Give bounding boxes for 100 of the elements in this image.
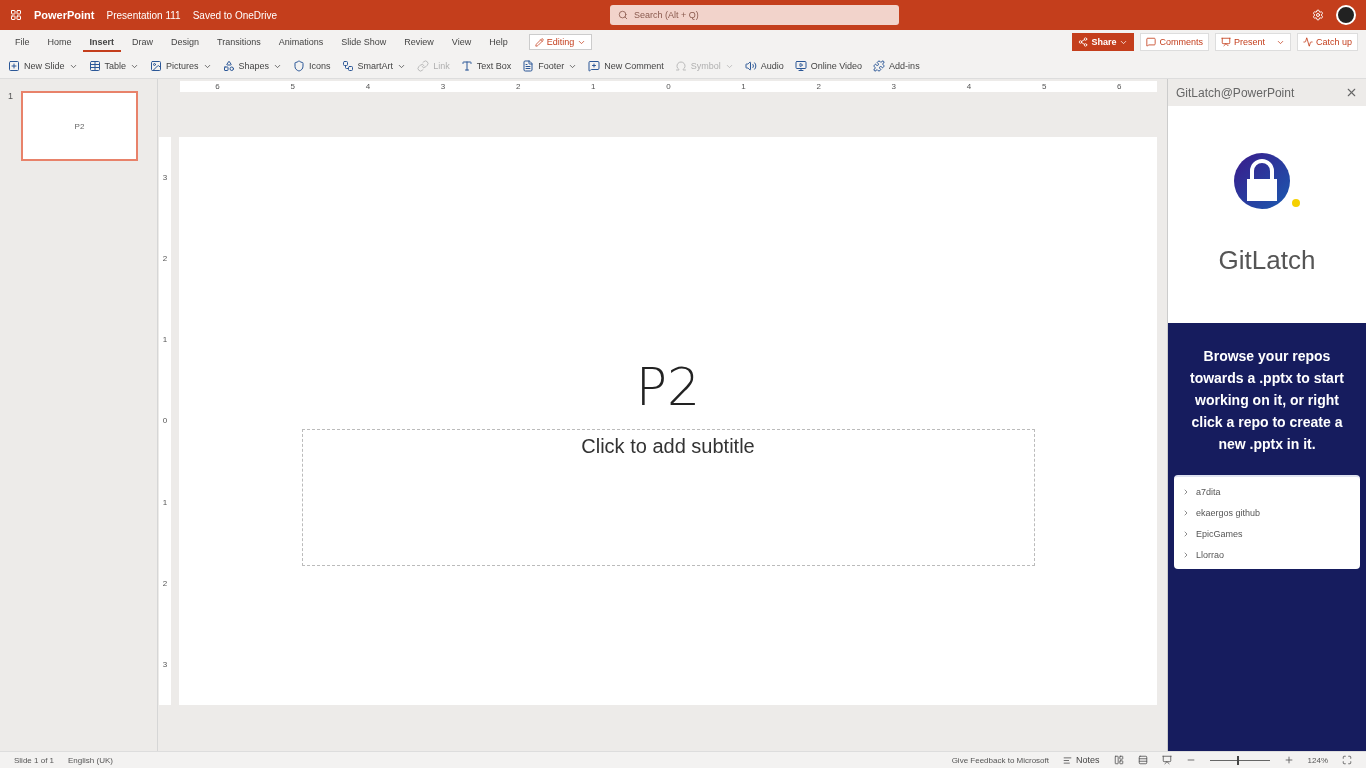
toolbar-button[interactable]: Online Video <box>794 60 863 72</box>
share-icon <box>1078 37 1089 47</box>
zoom-level[interactable]: 124% <box>1307 755 1328 765</box>
ruler-number: 5 <box>1041 82 1047 91</box>
omega-icon <box>674 60 687 72</box>
repo-item[interactable]: a7dita <box>1182 481 1352 502</box>
ruler-number: 0 <box>162 416 168 426</box>
toolbar-button[interactable]: Table <box>88 60 140 72</box>
ruler-number: 2 <box>515 82 521 91</box>
diagram-icon <box>341 60 354 72</box>
notes-button[interactable]: Notes <box>1063 755 1100 765</box>
ruler-number: 1 <box>162 335 168 345</box>
toolbar-button[interactable]: Pictures <box>150 60 212 72</box>
ruler-number: 3 <box>162 659 168 669</box>
ribbon-action-button[interactable]: Share <box>1072 33 1135 51</box>
slide-plus-icon <box>8 60 20 72</box>
ribbon-tab[interactable]: File <box>8 32 37 52</box>
ribbon-tab[interactable]: Transitions <box>210 32 268 52</box>
normal-view-icon[interactable] <box>1113 755 1124 765</box>
video-icon <box>794 60 807 72</box>
text-box-icon <box>460 60 473 72</box>
ribbon-action-button[interactable]: Catch up <box>1296 33 1358 51</box>
slide-thumbnail[interactable]: P2 <box>21 91 138 161</box>
document-title[interactable]: Presentation 111 <box>106 9 181 21</box>
ruler-number: 3 <box>440 82 446 91</box>
slide-count: Slide 1 of 1 <box>14 755 55 765</box>
avatar[interactable] <box>1336 5 1356 25</box>
toolbar-button[interactable]: New Comment <box>588 60 664 72</box>
link-icon <box>417 60 430 72</box>
presentation-icon <box>1220 37 1231 47</box>
toolbar-button[interactable]: SmartArt <box>341 60 407 72</box>
app-launcher-icon[interactable] <box>10 9 22 21</box>
toolbar-button[interactable]: Audio <box>744 60 784 72</box>
repo-item[interactable]: Llorrao <box>1182 544 1352 565</box>
ruler-number: 2 <box>162 254 168 264</box>
ribbon-tab[interactable]: Slide Show <box>334 32 394 52</box>
zoom-thumb[interactable] <box>1236 755 1239 765</box>
feedback-link[interactable]: Give Feedback to Microsoft <box>951 755 1049 765</box>
chevron-icon <box>1182 487 1190 496</box>
ruler-number: 1 <box>162 497 168 507</box>
chevron-icon <box>1182 529 1190 538</box>
ribbon-tab[interactable]: Insert <box>82 32 122 52</box>
subtitle-placeholder[interactable]: Click to add subtitle <box>301 429 1035 566</box>
fit-to-window-icon[interactable] <box>1342 755 1352 765</box>
ruler-number: 3 <box>891 82 897 91</box>
notes-icon <box>1063 755 1072 765</box>
repo-item[interactable]: EpicGames <box>1182 523 1352 544</box>
repo-name: EpicGames <box>1196 528 1243 539</box>
instruction-text: Browse your repos towards a .pptx to start working on it, or right click a repo to create a new .pptx in it. <box>1189 347 1345 454</box>
repo-item[interactable]: ekaergos github <box>1182 502 1352 523</box>
zoom-in-icon[interactable] <box>1283 755 1294 765</box>
ribbon-tab[interactable]: Home <box>40 32 79 52</box>
toolbar-button[interactable]: Text Box <box>460 60 512 72</box>
speaker-icon <box>744 60 757 72</box>
ribbon-tab[interactable]: Help <box>482 32 515 52</box>
comment-plus-icon <box>588 60 601 72</box>
pulse-icon <box>1302 37 1313 47</box>
repo-name: ekaergos github <box>1196 507 1261 518</box>
ruler-number: 2 <box>162 578 168 588</box>
puzzle-icon <box>873 60 886 72</box>
toolbar-button[interactable]: New Slide <box>8 60 78 72</box>
slide-title[interactable]: P2 <box>635 357 701 417</box>
language-indicator[interactable]: English (UK) <box>68 755 113 765</box>
ribbon-action-button[interactable]: Comments <box>1140 33 1209 51</box>
ribbon-tab[interactable]: Draw <box>125 32 161 52</box>
ribbon-action-button[interactable]: Present <box>1214 33 1291 51</box>
search-icon <box>618 10 629 20</box>
shapes-icon <box>222 60 235 72</box>
editing-mode-button[interactable]: Editing <box>528 34 593 50</box>
ribbon-tab[interactable]: Animations <box>271 32 331 52</box>
toolbar-button[interactable]: Shapes <box>222 60 283 72</box>
ruler-number: 1 <box>591 82 596 91</box>
repo-name: Llorrao <box>1196 549 1224 560</box>
brand-name: GitLatch <box>1218 245 1316 276</box>
ruler-number: 5 <box>290 82 295 91</box>
toolbar-button[interactable]: Icons <box>293 60 331 72</box>
settings-icon[interactable] <box>1312 9 1324 21</box>
comment-icon <box>1146 37 1157 47</box>
ruler-number: 2 <box>816 82 821 91</box>
ribbon-tab[interactable]: Design <box>164 32 207 52</box>
chevron-icon <box>1182 508 1190 517</box>
chevron-icon <box>1182 550 1190 559</box>
shield-icon <box>293 60 306 72</box>
close-icon[interactable] <box>1345 86 1358 99</box>
toolbar-button[interactable]: Add-ins <box>873 60 920 72</box>
save-status[interactable]: Saved to OneDrive <box>192 9 278 21</box>
task-pane-title: GitLatch@PowerPoint <box>1176 85 1295 100</box>
toolbar-button[interactable]: Footer <box>522 60 578 72</box>
ribbon-tab[interactable]: View <box>444 32 479 52</box>
repo-name: a7dita <box>1196 486 1221 497</box>
ruler-number: 4 <box>365 82 371 91</box>
search-field[interactable]: Search (Alt + Q) <box>610 5 900 25</box>
ruler-number: 6 <box>1117 82 1122 91</box>
ribbon-tab[interactable]: Review <box>397 32 441 52</box>
app-name: PowerPoint <box>34 9 95 21</box>
ruler-number: 6 <box>215 82 220 91</box>
presenter-icon[interactable] <box>1161 755 1172 765</box>
slide-sorter-icon[interactable] <box>1137 755 1148 765</box>
page-icon <box>522 60 535 72</box>
thumbnail-text: P2 <box>74 121 85 131</box>
